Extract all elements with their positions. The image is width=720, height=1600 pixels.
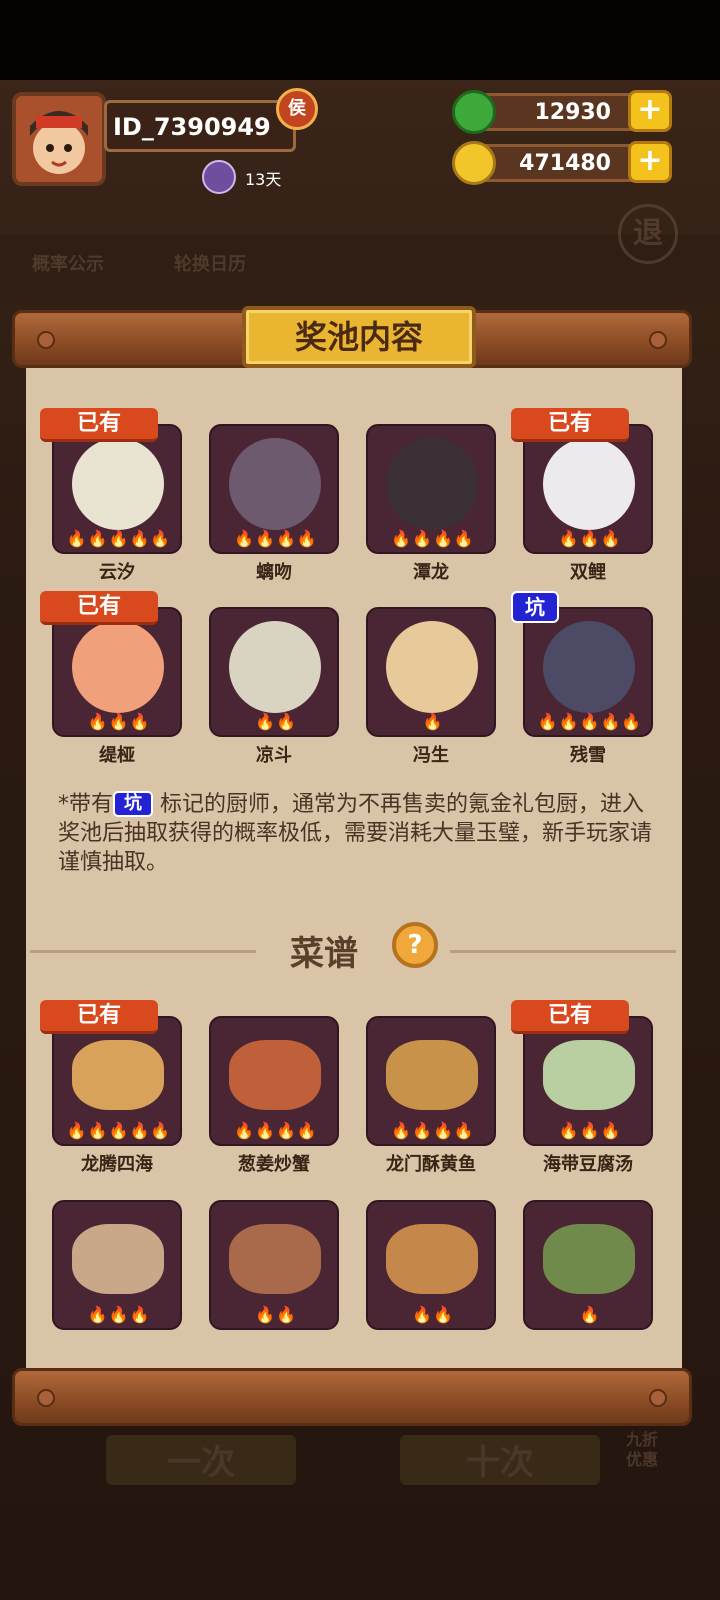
recipe-name: 海带豆腐汤 (543, 1154, 633, 1175)
chef-card[interactable]: 🔥🔥 (209, 607, 339, 737)
rarity-flames: 🔥🔥🔥 (87, 1305, 151, 1324)
player-avatar[interactable] (12, 92, 106, 186)
recipe-name: 龙腾四海 (81, 1154, 153, 1175)
chef-card[interactable]: 🔥🔥🔥🔥🔥 (52, 424, 182, 554)
chef-card[interactable]: 🔥🔥🔥🔥 (366, 424, 496, 554)
companion-avatar-icon (202, 160, 236, 194)
recipe-card[interactable]: 🔥🔥🔥🔥🔥 (52, 1016, 182, 1146)
rarity-flames: 🔥🔥 (412, 1305, 454, 1324)
scroll-rod-bottom (12, 1368, 692, 1426)
rarity-flames: 🔥🔥🔥🔥 (234, 529, 318, 548)
chef-name: 缇桠 (99, 745, 135, 766)
rarity-flames: 🔥🔥🔥🔥 (391, 529, 475, 548)
ten-draw-button[interactable]: 十次 (400, 1435, 600, 1485)
chef-name: 螭吻 (256, 562, 292, 583)
avatar-portrait-icon (16, 96, 102, 182)
dialog-title: 奖池内容 (242, 306, 476, 368)
rarity-flames: 🔥🔥🔥🔥 (391, 1121, 475, 1140)
exit-button[interactable]: 退 (618, 204, 678, 264)
rarity-flames: 🔥🔥🔥 (558, 529, 622, 548)
chef-name: 冯生 (413, 745, 449, 766)
owned-tag: 已有 (511, 408, 629, 442)
recipe-card[interactable]: 🔥🔥 (366, 1200, 496, 1330)
recipe-card[interactable]: 🔥🔥🔥 (523, 1016, 653, 1146)
chef-card[interactable]: 🔥🔥🔥🔥🔥 (523, 607, 653, 737)
days-label: 13天 (245, 170, 282, 189)
rank-badge: 侯 (276, 88, 318, 130)
recipe-card[interactable]: 🔥🔥🔥🔥 (366, 1016, 496, 1146)
recipes-help-button[interactable]: ? (392, 922, 438, 968)
owned-tag: 已有 (40, 591, 158, 625)
chef-card[interactable]: 🔥 (366, 607, 496, 737)
chef-portrait-icon (72, 621, 164, 713)
rarity-flames: 🔥🔥🔥🔥🔥 (537, 712, 643, 731)
rarity-flames: 🔥 (422, 712, 444, 731)
rarity-flames: 🔥🔥 (255, 1305, 297, 1324)
add-jade-button[interactable]: + (628, 90, 672, 132)
chef-portrait-icon (72, 438, 164, 530)
discount-label: 九折优惠 (626, 1430, 659, 1469)
recipe-card[interactable]: 🔥🔥 (209, 1200, 339, 1330)
chef-card[interactable]: 🔥🔥🔥🔥 (209, 424, 339, 554)
chef-card[interactable]: 🔥🔥🔥 (523, 424, 653, 554)
owned-tag: 已有 (40, 408, 158, 442)
divider-left (30, 950, 256, 953)
recipe-portrait-icon (72, 1224, 164, 1294)
rotation-calendar-button[interactable]: 轮换日历 (160, 250, 260, 276)
rarity-flames: 🔥🔥🔥 (558, 1121, 622, 1140)
chef-name: 云汐 (99, 562, 135, 583)
recipe-portrait-icon (229, 1224, 321, 1294)
player-id: ID_7390949 (104, 100, 296, 152)
rarity-flames: 🔥🔥🔥🔥🔥 (66, 1121, 172, 1140)
chef-name: 凉斗 (256, 745, 292, 766)
recipe-portrait-icon (543, 1040, 635, 1110)
note-prefix: *带有 (58, 792, 114, 817)
status-bar-area (0, 0, 720, 80)
pit-note: *带有坑 标记的厨师，通常为不再售卖的氪金礼包厨，进入奖池后抽取获得的概率极低，… (58, 790, 658, 877)
recipe-card[interactable]: 🔥 (523, 1200, 653, 1330)
recipe-portrait-icon (386, 1040, 478, 1110)
owned-tag: 已有 (511, 1000, 629, 1034)
recipe-portrait-icon (386, 1224, 478, 1294)
rarity-flames: 🔥 (579, 1305, 601, 1324)
add-coin-button[interactable]: + (628, 141, 672, 183)
recipe-portrait-icon (543, 1224, 635, 1294)
recipe-portrait-icon (72, 1040, 164, 1110)
chef-portrait-icon (386, 438, 478, 530)
rarity-flames: 🔥🔥🔥 (87, 712, 151, 731)
owned-tag: 已有 (40, 1000, 158, 1034)
chef-portrait-icon (229, 621, 321, 713)
recipe-name: 葱姜炒蟹 (238, 1154, 310, 1175)
recipe-name: 龙门酥黄鱼 (386, 1154, 476, 1175)
rarity-flames: 🔥🔥🔥🔥 (234, 1121, 318, 1140)
chef-card[interactable]: 🔥🔥🔥 (52, 607, 182, 737)
chef-name: 残雪 (570, 745, 606, 766)
jade-icon (452, 90, 496, 134)
chef-portrait-icon (543, 621, 635, 713)
recipes-title: 菜谱 (290, 934, 358, 974)
recipe-portrait-icon (229, 1040, 321, 1110)
chef-portrait-icon (543, 438, 635, 530)
probability-button[interactable]: 概率公示 (18, 250, 118, 276)
rarity-flames: 🔥🔥 (255, 712, 297, 731)
coin-icon (452, 141, 496, 185)
recipe-card[interactable]: 🔥🔥🔥 (52, 1200, 182, 1330)
inline-pit-tag: 坑 (113, 791, 154, 817)
chef-name: 双鲤 (570, 562, 606, 583)
single-draw-button[interactable]: 一次 (106, 1435, 296, 1485)
pit-tag: 坑 (511, 591, 559, 623)
chef-portrait-icon (386, 621, 478, 713)
divider-right (450, 950, 676, 953)
rarity-flames: 🔥🔥🔥🔥🔥 (66, 529, 172, 548)
chef-portrait-icon (229, 438, 321, 530)
recipe-card[interactable]: 🔥🔥🔥🔥 (209, 1016, 339, 1146)
chef-name: 潭龙 (413, 562, 449, 583)
